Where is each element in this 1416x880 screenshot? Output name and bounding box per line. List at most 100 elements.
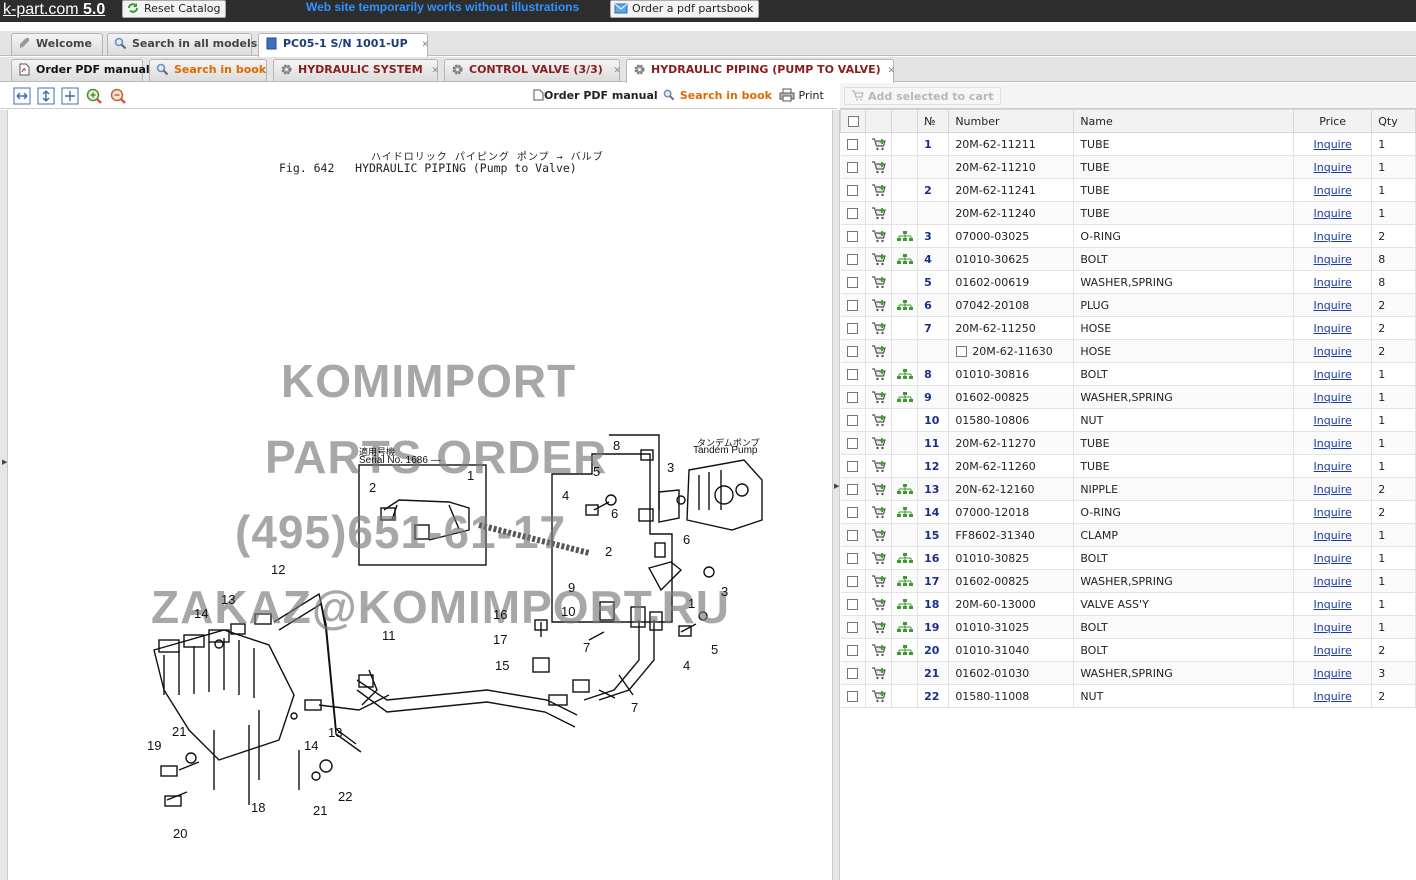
callout[interactable]: 7	[583, 640, 590, 655]
table-row[interactable]: 9 01602-00825 WASHER,SPRING Inquire 1	[840, 385, 1416, 409]
tab-hydraulic-system[interactable]: HYDRAULIC SYSTEM ✕	[273, 59, 439, 81]
add-to-cart-icon[interactable]	[871, 207, 887, 220]
table-row[interactable]: 18 20M-60-13000 VALVE ASS'Y Inquire 1	[840, 592, 1416, 616]
callout[interactable]: 1	[467, 468, 474, 483]
table-row[interactable]: 16 01010-30825 BOLT Inquire 1	[840, 546, 1416, 570]
part-number[interactable]: 20M-62-11260	[955, 460, 1035, 473]
add-to-cart-icon[interactable]	[871, 276, 887, 289]
row-checkbox[interactable]	[847, 415, 859, 426]
row-checkbox[interactable]	[847, 622, 859, 633]
callout[interactable]: 14	[194, 606, 208, 621]
hierarchy-icon[interactable]	[896, 507, 913, 518]
part-number[interactable]: 01602-00825	[955, 391, 1029, 404]
part-number[interactable]: 07000-03025	[955, 230, 1029, 243]
table-row[interactable]: 14 07000-12018 O-RING Inquire 2	[840, 500, 1416, 524]
table-row[interactable]: 11 20M-62-11270 TUBE Inquire 1	[840, 431, 1416, 455]
row-checkbox[interactable]	[847, 162, 859, 173]
fit-height-icon[interactable]	[37, 87, 55, 105]
add-to-cart-icon[interactable]	[871, 506, 887, 519]
zoom-in-icon[interactable]	[85, 87, 103, 105]
add-to-cart-icon[interactable]	[871, 138, 887, 151]
add-to-cart-icon[interactable]	[871, 667, 887, 680]
hierarchy-icon[interactable]	[896, 254, 913, 265]
row-checkbox[interactable]	[847, 277, 859, 288]
inquire-link[interactable]: Inquire	[1314, 299, 1352, 312]
add-to-cart-icon[interactable]	[871, 299, 887, 312]
row-checkbox[interactable]	[847, 461, 859, 472]
inquire-link[interactable]: Inquire	[1314, 667, 1352, 680]
row-checkbox[interactable]	[847, 346, 859, 357]
inquire-link[interactable]: Inquire	[1314, 690, 1352, 703]
hierarchy-icon[interactable]	[896, 622, 913, 633]
part-number[interactable]: 01580-11008	[955, 690, 1029, 703]
part-number[interactable]: 20N-62-12160	[955, 483, 1034, 496]
table-row[interactable]: 12 20M-62-11260 TUBE Inquire 1	[840, 454, 1416, 478]
table-row[interactable]: 6 07042-20108 PLUG Inquire 2	[840, 293, 1416, 317]
inquire-link[interactable]: Inquire	[1314, 391, 1352, 404]
fit-width-icon[interactable]	[13, 87, 31, 105]
row-checkbox[interactable]	[847, 231, 859, 242]
add-to-cart-icon[interactable]	[871, 230, 887, 243]
table-row[interactable]: 22 01580-11008 NUT Inquire 2	[840, 684, 1416, 708]
callout[interactable]: 15	[495, 658, 509, 673]
inquire-link[interactable]: Inquire	[1314, 138, 1352, 151]
add-to-cart-icon[interactable]	[871, 253, 887, 266]
site-logo[interactable]: k-part.com 5.0	[3, 0, 105, 22]
add-to-cart-icon[interactable]	[871, 598, 887, 611]
add-to-cart-icon[interactable]	[871, 621, 887, 634]
inquire-link[interactable]: Inquire	[1314, 184, 1352, 197]
inquire-link[interactable]: Inquire	[1314, 253, 1352, 266]
part-number[interactable]: 20M-62-11270	[955, 437, 1035, 450]
callout[interactable]: 8	[613, 438, 620, 453]
close-icon[interactable]: ✕	[431, 61, 439, 81]
add-to-cart-icon[interactable]	[871, 552, 887, 565]
zoom-out-icon[interactable]	[109, 87, 127, 105]
callout[interactable]: 3	[721, 584, 728, 599]
tab-order-pdf-manual[interactable]: Order PDF manual	[11, 59, 150, 81]
callout[interactable]: 12	[271, 562, 285, 577]
panel-splitter[interactable]: ▶	[832, 110, 840, 880]
inquire-link[interactable]: Inquire	[1314, 644, 1352, 657]
inquire-link[interactable]: Inquire	[1314, 483, 1352, 496]
add-to-cart-icon[interactable]	[871, 161, 887, 174]
fit-page-icon[interactable]	[61, 87, 79, 105]
tab-search-all-models[interactable]: Search in all models	[107, 33, 257, 55]
callout[interactable]: 5	[711, 642, 718, 657]
row-checkbox[interactable]	[847, 530, 859, 541]
part-number[interactable]: 20M-62-11630	[972, 345, 1052, 358]
hierarchy-icon[interactable]	[896, 576, 913, 587]
add-to-cart-icon[interactable]	[871, 391, 887, 404]
table-row[interactable]: 5 01602-00619 WASHER,SPRING Inquire 8	[840, 270, 1416, 294]
table-row[interactable]: 15 FF8602-31340 CLAMP Inquire 1	[840, 523, 1416, 547]
callout[interactable]: 9	[568, 580, 575, 595]
inquire-link[interactable]: Inquire	[1314, 552, 1352, 565]
hierarchy-icon[interactable]	[896, 645, 913, 656]
callout[interactable]: 18	[251, 800, 265, 815]
inquire-link[interactable]: Inquire	[1314, 230, 1352, 243]
inquire-link[interactable]: Inquire	[1314, 161, 1352, 174]
tab-search-in-book[interactable]: Search in book	[149, 59, 267, 81]
table-row[interactable]: 20 01010-31040 BOLT Inquire 2	[840, 638, 1416, 662]
inquire-link[interactable]: Inquire	[1314, 460, 1352, 473]
part-number[interactable]: 01602-01030	[955, 667, 1029, 680]
table-row[interactable]: 2 20M-62-11241 TUBE Inquire 1	[840, 178, 1416, 202]
callout[interactable]: 22	[338, 789, 352, 804]
add-selected-to-cart-button[interactable]: Add selected to cart	[844, 87, 1001, 105]
reset-catalog-button[interactable]: Reset Catalog	[122, 0, 227, 18]
row-checkbox[interactable]	[847, 668, 859, 679]
variant-checkbox[interactable]	[956, 346, 968, 357]
inquire-link[interactable]: Inquire	[1314, 414, 1352, 427]
tab-welcome[interactable]: Welcome	[11, 33, 103, 55]
callout[interactable]: 17	[493, 632, 507, 647]
part-number[interactable]: 01602-00825	[955, 575, 1029, 588]
inquire-link[interactable]: Inquire	[1314, 506, 1352, 519]
part-number[interactable]: 01010-30825	[955, 552, 1029, 565]
part-number[interactable]: 01602-00619	[955, 276, 1029, 289]
add-to-cart-icon[interactable]	[871, 483, 887, 496]
part-number[interactable]: 07042-20108	[955, 299, 1029, 312]
table-row[interactable]: 20M-62-11240 TUBE Inquire 1	[840, 201, 1416, 225]
callout[interactable]: 5	[593, 464, 600, 479]
tab-model-pc05[interactable]: PC05-1 S/N 1001-UP ✕	[258, 33, 429, 57]
add-to-cart-icon[interactable]	[871, 644, 887, 657]
row-checkbox[interactable]	[847, 369, 859, 380]
